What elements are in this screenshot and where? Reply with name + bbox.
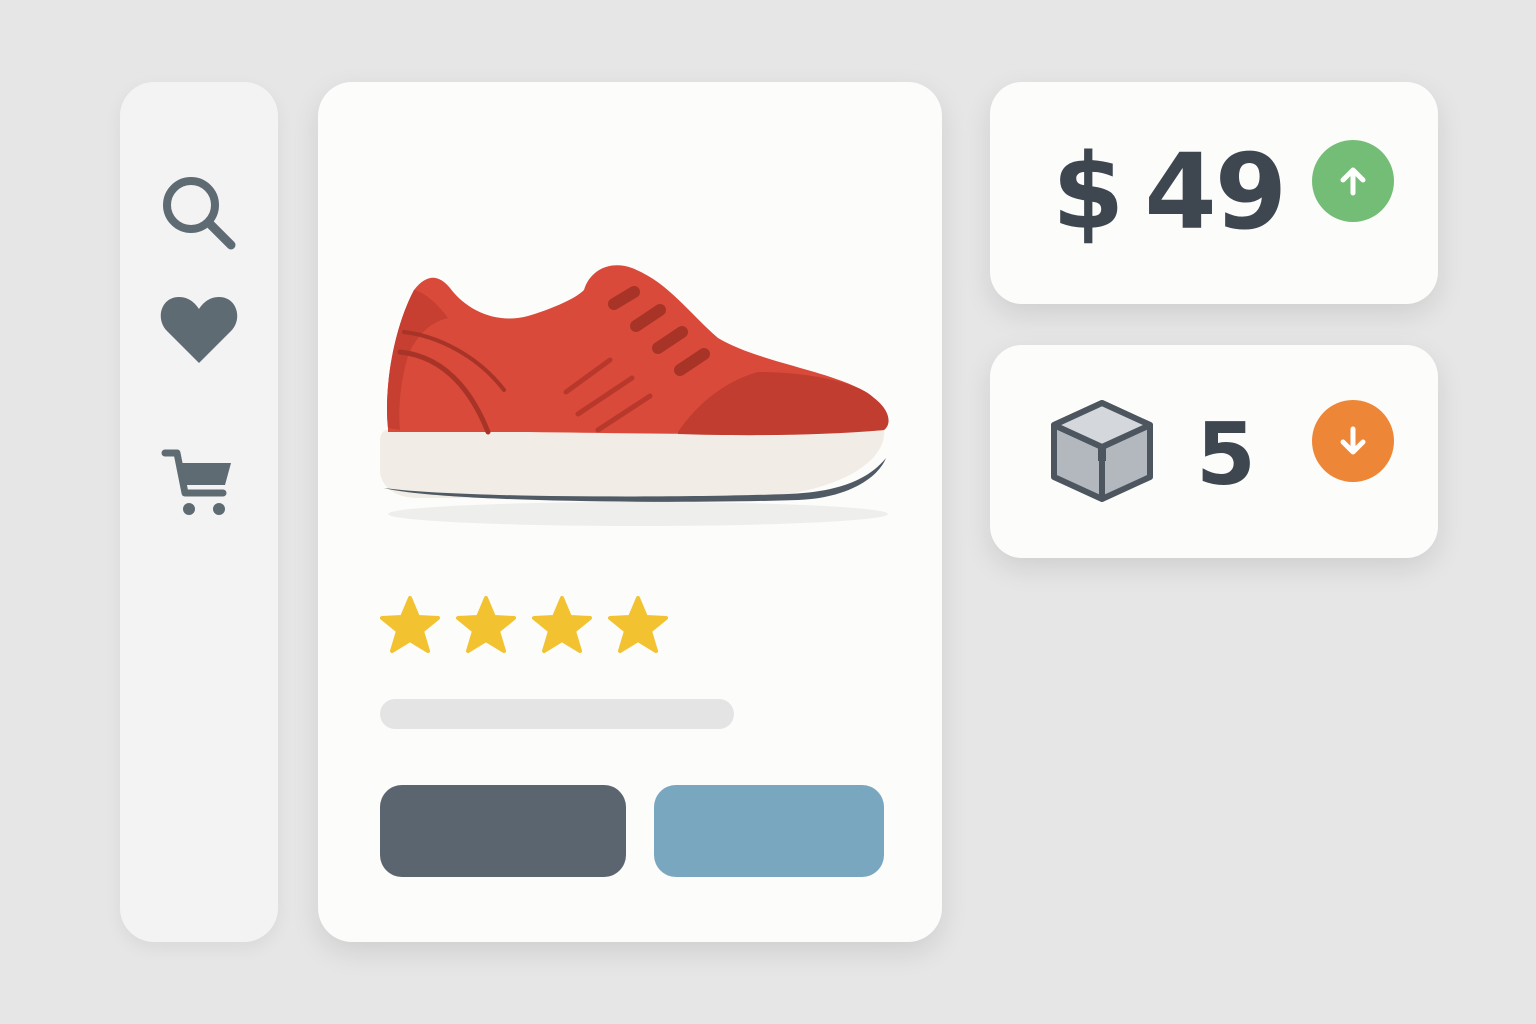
secondary-button[interactable] xyxy=(654,785,884,877)
cart-icon xyxy=(161,449,231,515)
price-amount: 49 xyxy=(1144,131,1287,253)
stock-count: 5 xyxy=(1196,405,1256,505)
search-icon xyxy=(163,177,236,250)
price-currency: $ xyxy=(1052,131,1124,253)
sneaker-image xyxy=(380,265,889,526)
rating-stars xyxy=(378,594,670,658)
primary-button[interactable] xyxy=(380,785,626,877)
text-placeholder-bar xyxy=(380,699,734,729)
box-icon xyxy=(1051,400,1153,502)
sidebar xyxy=(120,82,278,942)
star-icon xyxy=(380,596,440,653)
favorites-button[interactable] xyxy=(156,286,242,372)
star-icon xyxy=(608,596,668,653)
stock-trend-badge xyxy=(1312,400,1394,482)
search-button[interactable] xyxy=(156,170,242,256)
heart-icon xyxy=(160,297,238,363)
arrow-up-icon xyxy=(1340,167,1366,196)
price-value: $49 xyxy=(1052,122,1287,262)
price-card: $49 xyxy=(990,82,1438,304)
star-icon xyxy=(532,596,592,653)
arrow-down-icon xyxy=(1340,426,1366,455)
cart-button[interactable] xyxy=(156,440,242,526)
price-trend-badge xyxy=(1312,140,1394,222)
stock-card: 5 xyxy=(990,345,1438,558)
star-icon xyxy=(456,596,516,653)
product-card xyxy=(318,82,942,942)
